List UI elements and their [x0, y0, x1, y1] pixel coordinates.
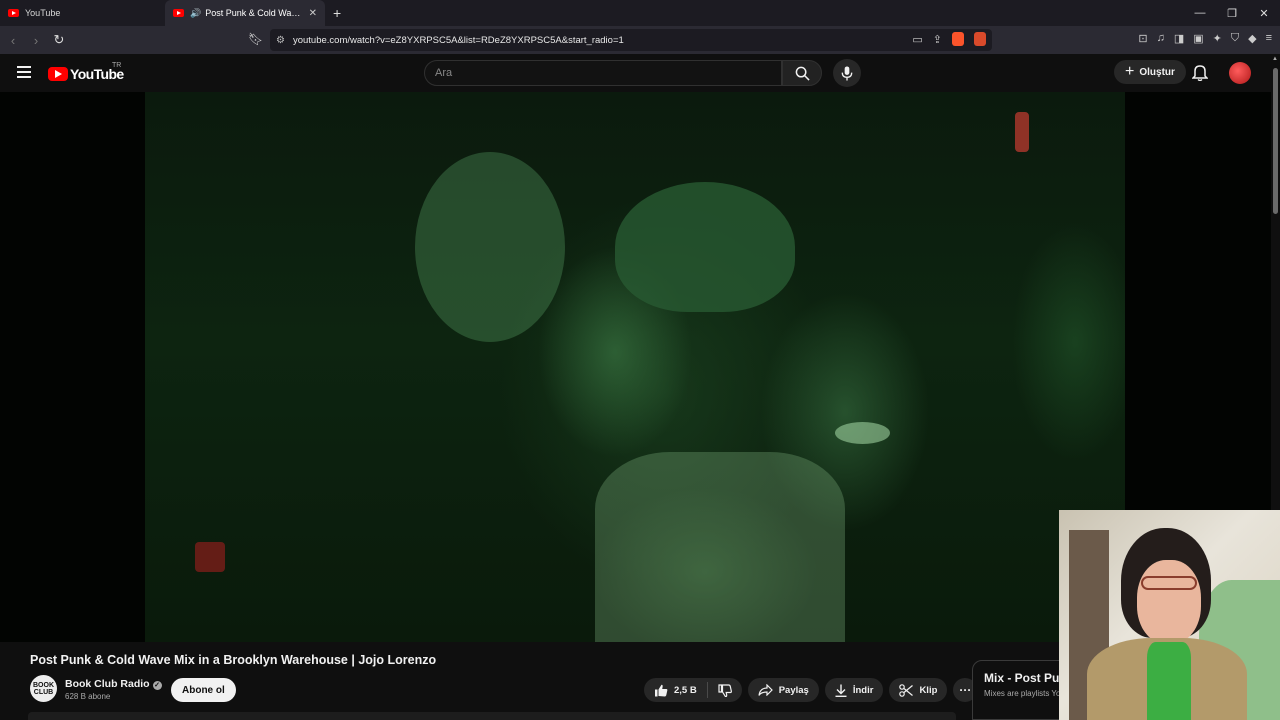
dislike-button[interactable]: [708, 683, 742, 697]
download-button[interactable]: İndir: [824, 678, 884, 702]
like-count: 2,5 B: [674, 684, 697, 696]
video-figure: [415, 152, 565, 342]
menu-icon[interactable]: ≡: [1266, 32, 1272, 45]
description-box-edge[interactable]: [28, 712, 956, 720]
notifications-bell-icon[interactable]: [1192, 63, 1208, 81]
brave-rewards-icon[interactable]: [974, 32, 986, 46]
microphone-icon: [841, 65, 853, 81]
subscribe-button[interactable]: Abone ol: [171, 678, 236, 702]
youtube-favicon-icon: [173, 9, 184, 17]
youtube-favicon-icon: [8, 9, 19, 17]
scrollbar-thumb[interactable]: [1273, 68, 1278, 214]
browser-tab-video[interactable]: 🔊 Post Punk & Cold Wave Mix i ✕: [165, 0, 325, 26]
site-info-icon[interactable]: ⚙: [276, 35, 285, 46]
like-button[interactable]: 2,5 B: [644, 684, 707, 697]
video-figure: [595, 452, 845, 642]
leo-icon[interactable]: ✦: [1213, 32, 1222, 45]
voice-search-button[interactable]: [833, 59, 861, 87]
restore-icon[interactable]: ❐: [1216, 7, 1248, 20]
video-figure: [1015, 112, 1029, 152]
vpn-icon[interactable]: ⛉: [1231, 32, 1239, 45]
search-icon: [795, 66, 810, 81]
create-button[interactable]: + Oluştur: [1114, 60, 1186, 84]
youtube-play-icon: [48, 67, 68, 81]
wallet-icon[interactable]: ▣: [1193, 32, 1203, 45]
share-button[interactable]: Paylaş: [747, 678, 819, 702]
address-bar[interactable]: ⚙ youtube.com/watch?v=eZ8YXRPSC5A&list=R…: [270, 29, 992, 51]
window-controls: — ❐ ✕: [1184, 0, 1280, 26]
brave-shields-icon[interactable]: [952, 32, 964, 46]
more-horizontal-icon: ···: [959, 683, 972, 697]
youtube-logo[interactable]: YouTube TR: [48, 62, 124, 82]
download-icon: [835, 684, 847, 697]
close-window-icon[interactable]: ✕: [1248, 7, 1280, 20]
webcam-overlay: [1059, 510, 1280, 720]
url-text[interactable]: youtube.com/watch?v=eZ8YXRPSC5A&list=RDe…: [293, 35, 624, 46]
guide-menu-icon[interactable]: [17, 66, 31, 78]
webcam-glasses-icon: [1141, 576, 1197, 590]
audio-playing-icon[interactable]: 🔊: [190, 8, 201, 19]
tab-close-icon[interactable]: ✕: [309, 8, 317, 19]
forward-icon[interactable]: ›: [26, 33, 46, 48]
scissors-icon: [899, 683, 914, 697]
scroll-up-icon[interactable]: ▲: [1272, 56, 1278, 62]
webcam-person-face: [1137, 560, 1201, 644]
tab-search-icon[interactable]: ⊡: [1138, 32, 1147, 45]
video-frame[interactable]: [145, 92, 1125, 642]
extensions-area: ⊡ ♫ ◨ ▣ ✦ ⛉ ◆ ≡: [1138, 32, 1272, 45]
share-icon: [758, 684, 773, 696]
extension-icon[interactable]: ◆: [1248, 32, 1256, 45]
plus-icon: +: [1125, 63, 1135, 80]
thumbs-down-icon: [718, 683, 732, 697]
video-actions: 2,5 B Paylaş İndir Klip ···: [644, 678, 978, 702]
account-avatar[interactable]: [1229, 62, 1251, 84]
verified-icon: ✓: [152, 681, 162, 690]
tab-title: Post Punk & Cold Wave Mix i: [205, 8, 304, 18]
webcam-person-shirt: [1147, 642, 1191, 720]
youtube-header: YouTube TR + Oluştur: [0, 54, 1280, 92]
browser-tab-bar: YouTube 🔊 Post Punk & Cold Wave Mix i ✕ …: [0, 0, 1280, 26]
search-box: [424, 60, 782, 86]
video-figure: [615, 182, 795, 312]
sidebar-icon[interactable]: ◨: [1174, 32, 1184, 45]
video-figure: [195, 542, 225, 572]
search-input[interactable]: [425, 61, 781, 85]
thumbs-up-icon: [655, 684, 668, 696]
clip-label: Klip: [919, 684, 938, 696]
channel-name[interactable]: Book Club Radio: [65, 678, 150, 690]
channel-name-row: Book Club Radio ✓: [65, 678, 162, 690]
create-label: Oluştur: [1139, 66, 1175, 78]
region-code: TR: [112, 62, 122, 69]
back-icon[interactable]: ‹: [3, 33, 23, 48]
new-tab-icon[interactable]: +: [333, 5, 341, 21]
minimize-icon[interactable]: —: [1184, 7, 1216, 19]
clip-button[interactable]: Klip: [889, 678, 948, 702]
media-icon[interactable]: ♫: [1157, 32, 1165, 45]
video-figure: [835, 422, 890, 444]
subscriber-count: 628 B abone: [65, 692, 111, 701]
tab-title: YouTube: [25, 8, 61, 18]
reload-icon[interactable]: ↻: [49, 32, 69, 48]
like-dislike-group: 2,5 B: [644, 678, 742, 702]
share-page-icon[interactable]: ⇪: [933, 33, 942, 46]
browser-tab-youtube[interactable]: YouTube: [0, 0, 165, 26]
download-label: İndir: [852, 684, 874, 696]
video-title: Post Punk & Cold Wave Mix in a Brooklyn …: [30, 653, 437, 667]
share-label: Paylaş: [778, 684, 809, 696]
bookmark-icon[interactable]: 🔖︎: [248, 32, 263, 46]
browser-toolbar: ‹ › ↻ 🔖︎ ⚙ youtube.com/watch?v=eZ8YXRPSC…: [0, 26, 1280, 54]
search-button[interactable]: [782, 60, 822, 86]
cast-icon[interactable]: ▭: [912, 33, 922, 46]
channel-avatar[interactable]: BOOK CLUB: [30, 675, 57, 702]
